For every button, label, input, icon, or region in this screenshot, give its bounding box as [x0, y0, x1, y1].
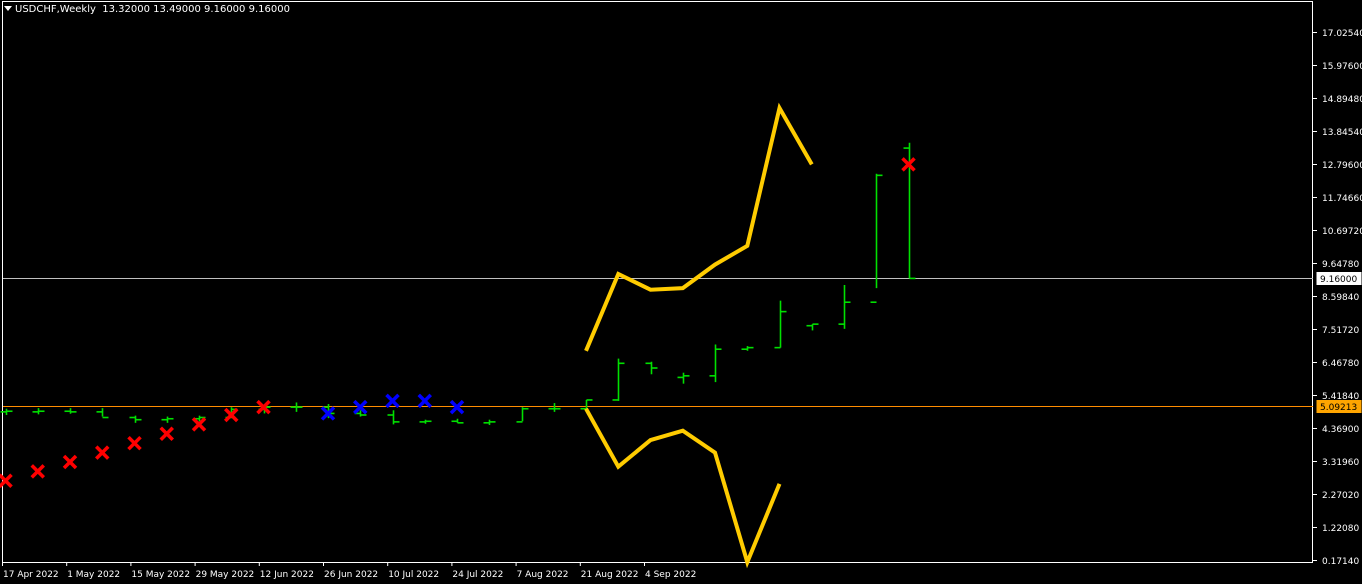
y-tick-label: 14.89480 — [1322, 95, 1362, 105]
x-tick-label: 29 May 2022 — [196, 570, 255, 580]
chart-background — [0, 0, 1362, 584]
chart-header: USDCHF,Weekly 13.32000 13.49000 9.16000 … — [4, 4, 290, 16]
x-tick-label: 12 Jun 2022 — [260, 570, 314, 580]
y-tick-label: 6.46780 — [1322, 359, 1359, 369]
y-tick-label: 13.84540 — [1322, 128, 1362, 138]
x-tick-label: 10 Jul 2022 — [388, 570, 439, 580]
y-tick-label: 0.17140 — [1322, 557, 1359, 567]
y-tick-label: 3.31960 — [1322, 458, 1359, 468]
x-tick-label: 7 Aug 2022 — [517, 570, 569, 580]
y-tick-label: 15.97600 — [1322, 62, 1362, 72]
x-tick-label: 26 Jun 2022 — [324, 570, 378, 580]
x-tick-label: 1 May 2022 — [67, 570, 120, 580]
reference-price-label: 5.09213 — [1320, 403, 1357, 413]
ohlc-readout: 13.32000 13.49000 9.16000 9.16000 — [102, 4, 290, 15]
y-tick-label: 1.22080 — [1322, 524, 1359, 534]
y-tick-label: 10.69720 — [1322, 227, 1362, 237]
symbol-label: USDCHF,Weekly — [15, 4, 96, 15]
y-tick-label: 8.59840 — [1322, 293, 1359, 303]
x-tick-label: 24 Jul 2022 — [452, 570, 503, 580]
chart-menu-icon[interactable] — [4, 6, 12, 11]
bid-price-label: 9.16000 — [1320, 275, 1357, 285]
x-tick-label: 21 Aug 2022 — [581, 570, 639, 580]
y-tick-label: 4.36900 — [1322, 425, 1359, 435]
y-tick-label: 9.64780 — [1322, 260, 1359, 270]
y-tick-label: 7.51720 — [1322, 326, 1359, 336]
x-tick-label: 15 May 2022 — [131, 570, 190, 580]
y-tick-label: 12.79600 — [1322, 161, 1362, 171]
y-tick-label: 5.41840 — [1322, 392, 1359, 402]
price-chart[interactable]: 9.16000 5.09213 17.02540 15.97600 14.89480 1… — [0, 0, 1362, 584]
x-tick-label: 4 Sep 2022 — [645, 570, 696, 580]
x-tick-label: 17 Apr 2022 — [3, 570, 59, 580]
y-tick-label: 2.27020 — [1322, 491, 1359, 501]
y-tick-label: 17.02540 — [1322, 29, 1362, 39]
y-tick-label: 11.74660 — [1322, 194, 1362, 204]
